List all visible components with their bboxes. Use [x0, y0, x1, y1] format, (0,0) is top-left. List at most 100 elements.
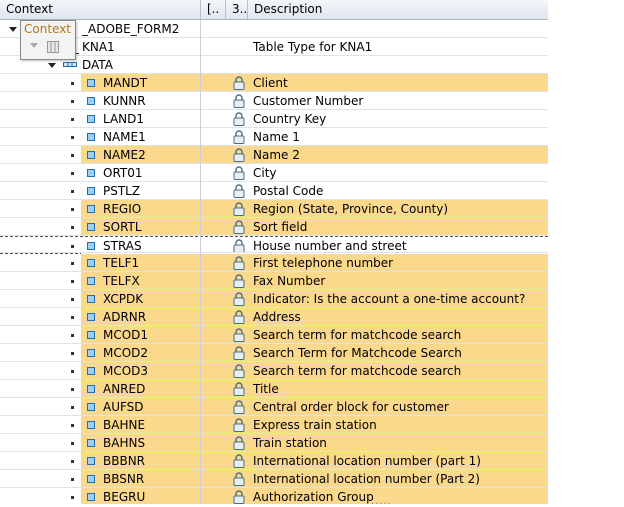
lock-icon — [233, 364, 245, 378]
lock-icon — [233, 454, 245, 468]
tree-attribute-row[interactable]: REGIO Region (State, Province, County) — [0, 200, 548, 218]
expand-triangle-icon[interactable] — [48, 63, 56, 68]
attribute-description: First telephone number — [253, 256, 394, 270]
attribute-name: TELF1 — [103, 256, 140, 270]
attribute-name: KUNNR — [103, 94, 146, 108]
attribute-name: ADRNR — [103, 310, 147, 324]
attribute-name: NAME1 — [103, 130, 146, 144]
tree-root-row[interactable]: _ADOBE_FORM2 — [0, 20, 548, 38]
attribute-description: Title — [253, 382, 279, 396]
attribute-icon — [87, 385, 95, 393]
attribute-name: BAHNE — [103, 418, 146, 432]
tree-attribute-row[interactable]: STRAS House number and street — [0, 236, 548, 255]
attribute-icon — [87, 277, 95, 285]
tree-attribute-row[interactable]: TELFX Fax Number — [0, 272, 548, 290]
attribute-name: AUFSD — [103, 400, 144, 414]
tree-attribute-row[interactable]: MCOD3 Search term for matchcode search — [0, 362, 548, 380]
column-header-col2[interactable]: [.. — [201, 0, 226, 19]
expand-triangle-icon[interactable] — [9, 27, 17, 32]
column-header-context[interactable]: Context — [0, 0, 201, 19]
tree-bullet-icon — [71, 262, 74, 265]
tooltip-label: Context — [24, 22, 72, 36]
tree-table-row[interactable]: IT_ KNA1 Table Type for KNA1 — [0, 38, 548, 56]
tree-bullet-icon — [71, 82, 74, 85]
attribute-description: Address — [253, 310, 301, 324]
row-desc-bg — [247, 380, 548, 398]
attribute-description: Search Term for Matchcode Search — [253, 346, 462, 360]
tree-bullet-icon — [71, 496, 74, 499]
row-name-bg — [81, 272, 200, 290]
attribute-description: Country Key — [253, 112, 327, 126]
tree-attribute-row[interactable]: BEGRU Authorization Group — [0, 488, 548, 504]
tree-attribute-row[interactable]: MCOD1 Search term for matchcode search — [0, 326, 548, 344]
tree-attribute-row[interactable]: SORTL Sort field — [0, 218, 548, 236]
lock-icon — [233, 184, 245, 198]
tree-attribute-row[interactable]: TELF1 First telephone number — [0, 254, 548, 272]
attribute-icon — [87, 367, 95, 375]
attribute-icon — [87, 133, 95, 141]
tree-attribute-row[interactable]: BAHNE Express train station — [0, 416, 548, 434]
lock-icon — [233, 292, 245, 306]
scroll-indicator: ..... — [371, 496, 392, 507]
attribute-icon — [87, 439, 95, 447]
lock-icon — [233, 472, 245, 486]
attribute-name: MCOD2 — [103, 346, 149, 360]
tree-attribute-row[interactable]: BBSNR International location number (Part… — [0, 470, 548, 488]
tree-bullet-icon — [71, 172, 74, 175]
tree-attribute-row[interactable]: KUNNR Customer Number — [0, 92, 548, 110]
attribute-name: PSTLZ — [103, 184, 141, 198]
lock-icon — [233, 130, 245, 144]
attribute-name: TELFX — [103, 274, 140, 288]
attribute-description: Train station — [253, 436, 327, 450]
tree-bullet-icon — [71, 352, 74, 355]
tree-bullet-icon — [71, 370, 74, 373]
attribute-description: Search term for matchcode search — [253, 364, 462, 378]
attribute-icon — [87, 493, 95, 501]
lock-icon — [233, 400, 245, 414]
attribute-icon — [87, 187, 95, 195]
tree-bullet-icon — [71, 280, 74, 283]
attribute-icon — [87, 403, 95, 411]
attribute-icon — [87, 79, 95, 87]
tree-attribute-row[interactable]: NAME2 Name 2 — [0, 146, 548, 164]
tree-attribute-row[interactable]: MCOD2 Search Term for Matchcode Search — [0, 344, 548, 362]
root-node-label: _ADOBE_FORM2 — [82, 22, 180, 36]
tree-attribute-row[interactable]: ADRNR Address — [0, 308, 548, 326]
tree-attribute-row[interactable]: ANRED Title — [0, 380, 548, 398]
attribute-icon — [87, 169, 95, 177]
row-desc-bg — [247, 164, 548, 182]
tree-attribute-row[interactable]: ORT01 City — [0, 164, 548, 182]
tree-bullet-icon — [71, 226, 74, 229]
tree-attribute-row[interactable]: AUFSD Central order block for customer — [0, 398, 548, 416]
attribute-description: Central order block for customer — [253, 400, 449, 414]
tree-bullet-icon — [71, 190, 74, 193]
tree-bullet-icon — [71, 388, 74, 391]
lock-icon — [233, 220, 245, 234]
attribute-description: Indicator: Is the account a one-time acc… — [253, 292, 526, 306]
structure-icon — [63, 62, 77, 67]
attribute-icon — [87, 475, 95, 483]
attribute-description: City — [253, 166, 277, 180]
tree-attribute-row[interactable]: BAHNS Train station — [0, 434, 548, 452]
column-header-col3[interactable]: 3.. — [226, 0, 248, 19]
tree-attribute-row[interactable]: MANDT Client — [0, 74, 548, 92]
attribute-description: International location number (part 1) — [253, 454, 481, 468]
attribute-name: MCOD1 — [103, 328, 149, 342]
lock-icon — [233, 490, 245, 504]
tree-data-row[interactable]: DATA — [0, 56, 548, 74]
attribute-name: MCOD3 — [103, 364, 149, 378]
lock-icon — [233, 148, 245, 162]
attribute-description: Name 2 — [253, 148, 300, 162]
tree-attribute-row[interactable]: XCPDK Indicator: Is the account a one-tim… — [0, 290, 548, 308]
attribute-description: Postal Code — [253, 184, 324, 198]
tree-attribute-row[interactable]: BBBNR International location number (part… — [0, 452, 548, 470]
column-header-description[interactable]: Description — [248, 0, 548, 19]
tree-attribute-row[interactable]: LAND1 Country Key — [0, 110, 548, 128]
tree-attribute-row[interactable]: NAME1 Name 1 — [0, 128, 548, 146]
lock-icon — [233, 239, 245, 253]
attribute-name: ANRED — [103, 382, 146, 396]
lock-icon — [233, 112, 245, 126]
table-icon — [47, 41, 59, 53]
tree-attribute-row[interactable]: PSTLZ Postal Code — [0, 182, 548, 200]
tree-bullet-icon — [71, 460, 74, 463]
